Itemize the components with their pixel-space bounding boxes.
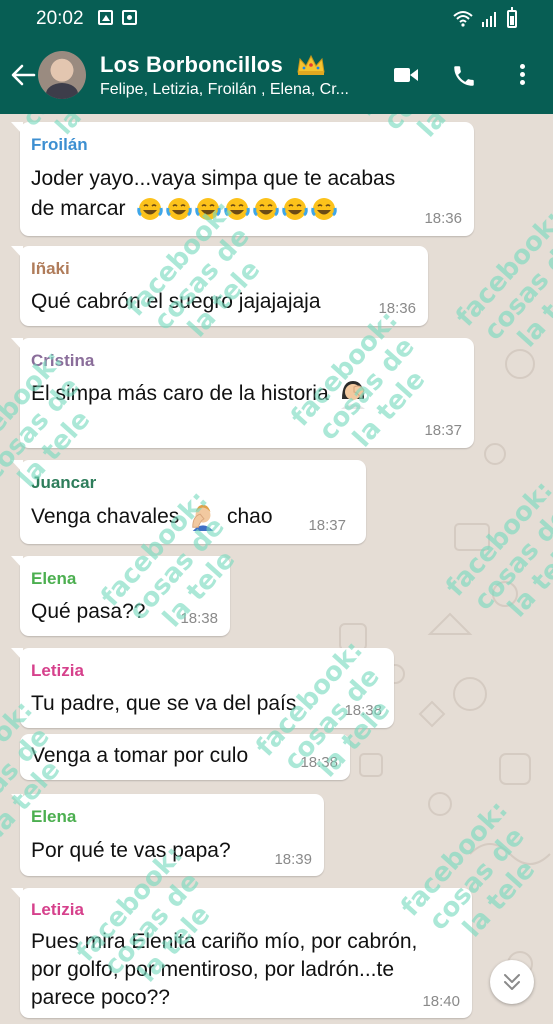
face-with-tears-of-joy-icon	[166, 198, 193, 221]
face-with-tears-of-joy-icon	[224, 198, 251, 221]
message-text: Joder yayo...vaya simpa que te acabas	[31, 167, 396, 190]
message-text: por golfo, por mentiroso, por ladrón...t…	[31, 958, 395, 981]
group-name[interactable]: Los Borboncillos	[100, 52, 283, 78]
message-sender: Juancar	[31, 473, 97, 492]
face-with-tears-of-joy-icon	[282, 198, 309, 221]
man-facepalming-icon	[192, 505, 214, 532]
status-time: 20:02	[36, 8, 84, 29]
double-chevron-down-icon	[504, 974, 520, 990]
message-text-line: de marcar	[31, 194, 340, 224]
signal-icon	[482, 12, 496, 27]
face-with-tears-of-joy-emojis	[137, 197, 340, 221]
face-with-tears-of-joy-icon	[137, 198, 164, 221]
face-with-tears-of-joy-icon	[195, 198, 222, 221]
back-arrow-icon[interactable]	[10, 62, 36, 88]
message-time: 18:38	[300, 754, 338, 771]
message-text: Venga a tomar por culo	[31, 744, 249, 767]
chat-header: Los Borboncillos Felipe, Letizia, Froilá…	[0, 38, 553, 114]
gallery-notification-icon	[98, 10, 113, 25]
message-sender: Iñaki	[31, 259, 70, 278]
message-time: 18:39	[274, 851, 312, 868]
message-time: 18:36	[424, 210, 462, 227]
message-bubble[interactable]: Juancar Venga chavales chao 18:37	[11, 460, 366, 544]
face-with-tears-of-joy-icon	[253, 198, 280, 221]
message-sender: Cristina	[31, 351, 95, 370]
message-text: de marcar	[31, 197, 126, 220]
message-bubble[interactable]: Letizia Tu padre, que se va del país 18:…	[11, 648, 394, 728]
phone-call-icon[interactable]	[451, 63, 477, 89]
message-time: 18:37	[308, 517, 346, 534]
more-options-icon[interactable]	[518, 64, 526, 88]
message-time: 18:38	[180, 610, 218, 627]
message-text: El simpa más caro de la historia	[31, 382, 329, 405]
message-bubble[interactable]: Froilán Joder yayo...vaya simpa que te a…	[11, 122, 474, 236]
message-sender: Froilán	[31, 135, 88, 154]
battery-icon	[507, 7, 517, 28]
video-call-icon[interactable]	[393, 65, 419, 85]
message-text-line: Venga chavales chao	[31, 502, 273, 532]
message-time: 18:37	[424, 422, 462, 439]
message-text: parece poco??	[31, 986, 170, 1009]
chat-area[interactable]: Froilán Joder yayo...vaya simpa que te a…	[0, 114, 553, 1024]
camera-notification-icon	[122, 10, 137, 25]
message-text: chao	[226, 505, 273, 528]
message-text: Qué cabrón el suegro jajajajaja	[31, 290, 321, 313]
message-sender: Letizia	[31, 900, 84, 919]
message-text-line: El simpa más caro de la historia	[31, 379, 368, 410]
message-text: Tu padre, que se va del país	[31, 692, 297, 715]
message-text: Qué pasa??	[31, 600, 146, 623]
face-with-tears-of-joy-icon	[311, 198, 338, 221]
message-time: 18:38	[344, 702, 382, 719]
message-time: 18:40	[422, 993, 460, 1010]
message-sender: Letizia	[31, 661, 84, 680]
message-sender: Elena	[31, 569, 77, 588]
status-bar: 20:02	[0, 0, 553, 38]
wifi-icon	[453, 11, 473, 27]
group-avatar[interactable]	[38, 51, 86, 99]
message-bubble[interactable]: Elena Por qué te vas papa? 18:39	[11, 794, 324, 876]
message-time: 18:36	[378, 300, 416, 317]
message-bubble[interactable]: Elena Qué pasa?? 18:38	[11, 556, 230, 636]
message-bubble[interactable]: Cristina El simpa más caro de la histori…	[11, 338, 474, 448]
crown-emoji-icon	[297, 54, 325, 75]
group-members[interactable]: Felipe, Letizia, Froilán , Elena, Cr...	[100, 81, 368, 99]
scroll-to-bottom-button[interactable]	[490, 960, 534, 1004]
message-bubble[interactable]: Letizia Pues mira Elenita cariño mío, po…	[11, 888, 472, 1018]
woman-facepalming-icon	[341, 381, 366, 410]
message-sender: Elena	[31, 807, 77, 826]
message-text: Venga chavales	[31, 505, 180, 528]
message-bubble[interactable]: Iñaki Qué cabrón el suegro jajajajaja 18…	[11, 246, 428, 326]
message-text: Pues mira Elenita cariño mío, por cabrón…	[31, 930, 418, 953]
message-text: Por qué te vas papa?	[31, 839, 231, 862]
message-bubble[interactable]: Venga a tomar por culo 18:38	[20, 734, 350, 780]
